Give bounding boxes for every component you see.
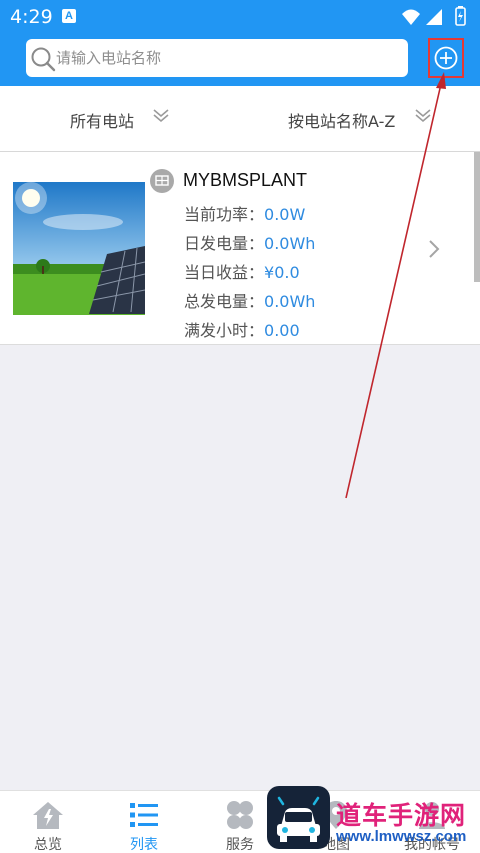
stat-daily-energy: 日发电量：0.0Wh	[184, 230, 315, 254]
chevron-right-icon[interactable]	[427, 238, 441, 260]
list-icon	[130, 803, 158, 827]
search-box[interactable]	[26, 39, 408, 77]
filter-bar: 所有电站 按电站名称A-Z	[0, 86, 480, 152]
chevron-down-icon[interactable]	[152, 106, 170, 124]
search-icon	[31, 47, 56, 72]
stat-total-energy: 总发电量：0.0Wh	[184, 288, 315, 312]
add-plant-button[interactable]	[428, 38, 464, 78]
system-status-icons	[402, 6, 466, 26]
app-header: 4:29 A	[0, 0, 480, 86]
status-time: 4:29	[10, 6, 53, 28]
status-bar: 4:29 A	[0, 0, 480, 32]
scrollbar[interactable]	[474, 152, 480, 282]
stat-label: 当前功率：	[184, 205, 265, 224]
clover-icon	[227, 801, 253, 829]
watermark-url: www.lmwwsz.com	[336, 828, 467, 845]
stat-value: 0.00	[264, 321, 300, 340]
plant-type-icon	[150, 169, 174, 193]
tab-overview[interactable]: 总览	[0, 791, 96, 853]
stat-label: 满发小时：	[184, 321, 265, 340]
search-input[interactable]	[56, 39, 401, 77]
stat-label: 日发电量：	[184, 234, 265, 253]
home-icon	[33, 802, 63, 829]
stat-value: ¥0.0	[264, 263, 300, 282]
tab-label: 列表	[130, 837, 158, 853]
stat-label: 总发电量：	[184, 292, 265, 311]
stat-daily-income: 当日收益：¥0.0	[184, 259, 300, 283]
chevron-down-icon[interactable]	[414, 106, 432, 124]
plant-card[interactable]: MYBMSPLANT 当前功率：0.0W 日发电量：0.0Wh 当日收益：¥0.…	[0, 152, 480, 345]
tab-list[interactable]: 列表	[96, 791, 192, 853]
add-circle-icon	[434, 46, 458, 70]
stat-current-power: 当前功率：0.0W	[184, 201, 305, 225]
stat-value: 0.0Wh	[264, 234, 316, 253]
plant-thumbnail	[13, 182, 145, 315]
filter-all-plants[interactable]: 所有电站	[70, 108, 134, 132]
stat-value: 0.0W	[264, 205, 306, 224]
sort-by-name[interactable]: 按电站名称A-Z	[288, 108, 395, 132]
tab-label: 总览	[34, 837, 62, 853]
stat-label: 当日收益：	[184, 263, 265, 282]
stat-value: 0.0Wh	[264, 292, 316, 311]
stat-full-load-hours: 满发小时：0.00	[184, 317, 300, 341]
plant-name: MYBMSPLANT	[183, 170, 308, 190]
watermark-logo	[267, 786, 330, 849]
notification-icon: A	[62, 9, 76, 23]
watermark-title: 道车手游网	[336, 801, 467, 830]
